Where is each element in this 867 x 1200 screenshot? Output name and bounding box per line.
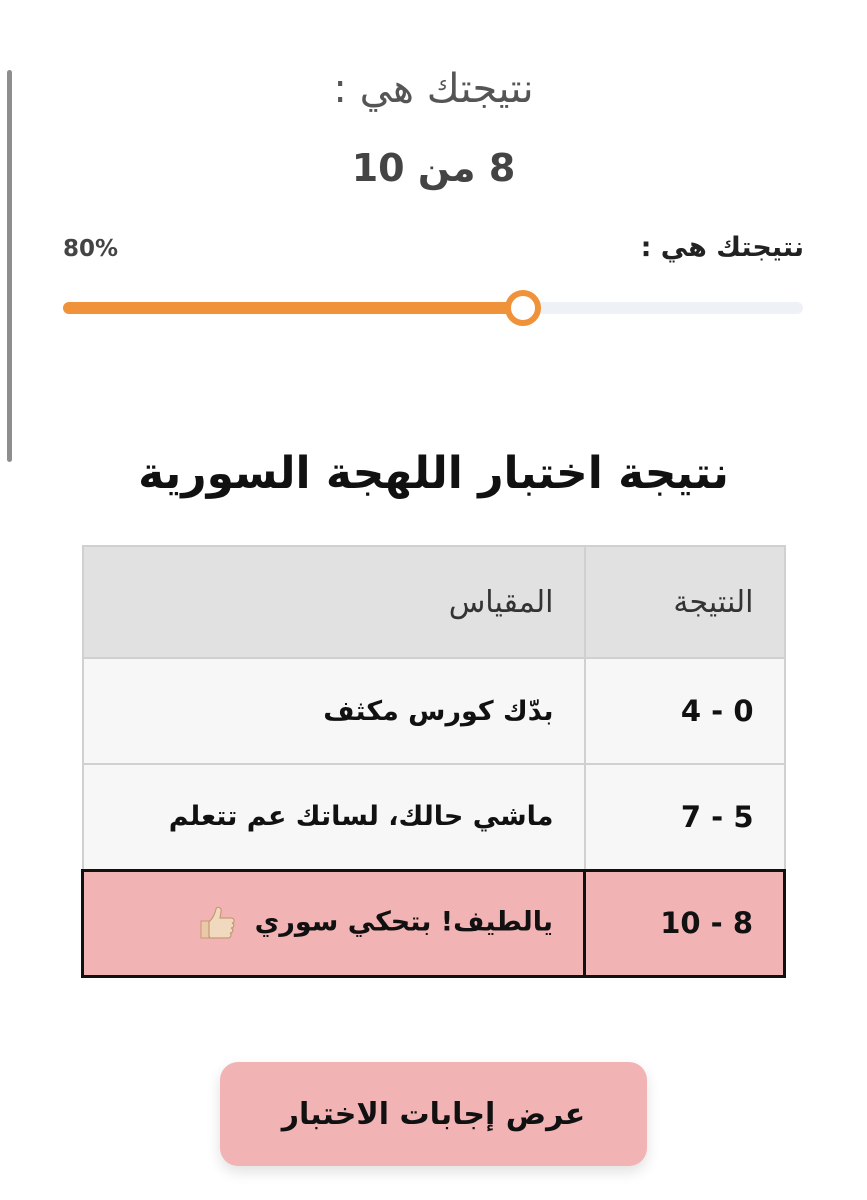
table-row: 0 - 4 بدّك كورس مكثف [81, 657, 786, 765]
header-score: النتيجة [583, 545, 786, 659]
progress-percent: 80% [63, 236, 119, 262]
row-scale: يالطيف! بتحكي سوري [254, 906, 553, 938]
row-score: 5 - 7 [583, 763, 786, 871]
results-table: النتيجة المقياس 0 - 4 بدّك كورس مكثف 5 -… [81, 545, 786, 978]
thumbs-up-icon [197, 906, 237, 940]
show-answers-button[interactable]: عرض إجابات الاختبار [220, 1062, 647, 1166]
row-scale: ماشي حالك، لساتك عم تتعلم [81, 763, 586, 871]
row-scale: بدّك كورس مكثف [81, 657, 586, 765]
result-heading: نتيجتك هي : [333, 66, 534, 112]
scroll-indicator[interactable] [7, 70, 12, 462]
progress-label: نتيجتك هي : [640, 232, 804, 263]
score-text: 8 من 10 [351, 146, 516, 190]
progress-thumb[interactable] [505, 290, 542, 326]
table-header-row: النتيجة المقياس [81, 545, 786, 659]
progress-track [63, 290, 803, 326]
header-scale: المقياس [81, 545, 586, 659]
row-scale-cell: يالطيف! بتحكي سوري [81, 868, 586, 978]
row-score: 8 - 10 [583, 868, 786, 978]
table-row-highlighted: 8 - 10 يالطيف! بتحكي سوري [81, 868, 786, 978]
row-score: 0 - 4 [583, 657, 786, 765]
quiz-title: نتيجة اختبار اللهجة السورية [138, 448, 729, 499]
table-row: 5 - 7 ماشي حالك، لساتك عم تتعلم [81, 763, 786, 871]
progress-fill [63, 302, 524, 314]
